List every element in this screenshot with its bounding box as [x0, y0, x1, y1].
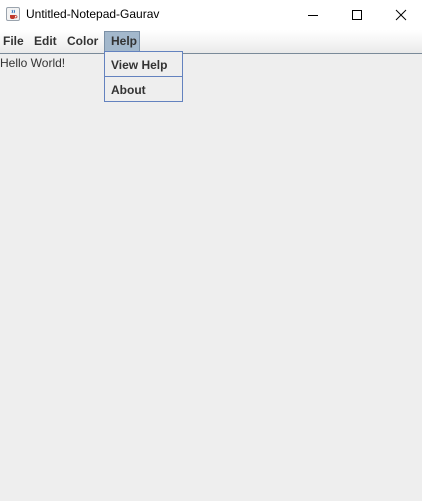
java-cup-icon: [6, 7, 20, 21]
editor-content[interactable]: Hello World!: [0, 56, 65, 70]
maximize-button[interactable]: [334, 0, 380, 30]
help-dropdown-menu: View Help About: [104, 51, 183, 102]
menu-color[interactable]: Color: [67, 31, 98, 52]
close-button[interactable]: [378, 0, 422, 30]
menu-file[interactable]: File: [3, 31, 24, 52]
notepad-window: Untitled-Notepad-Gaurav File Edit Color …: [0, 0, 422, 501]
title-bar[interactable]: Untitled-Notepad-Gaurav: [0, 0, 422, 30]
menu-help[interactable]: Help: [104, 31, 140, 52]
minimize-button[interactable]: [290, 0, 336, 30]
menu-item-about[interactable]: About: [111, 83, 146, 97]
minimize-icon: [308, 15, 318, 16]
menu-separator: [105, 76, 182, 77]
menu-edit[interactable]: Edit: [34, 31, 57, 52]
menu-item-view-help[interactable]: View Help: [111, 58, 167, 72]
close-icon: [395, 9, 407, 21]
menubar-divider: [0, 53, 422, 54]
menu-bar: File Edit Color Help: [0, 30, 422, 53]
maximize-icon: [352, 10, 362, 20]
window-title: Untitled-Notepad-Gaurav: [26, 7, 160, 21]
